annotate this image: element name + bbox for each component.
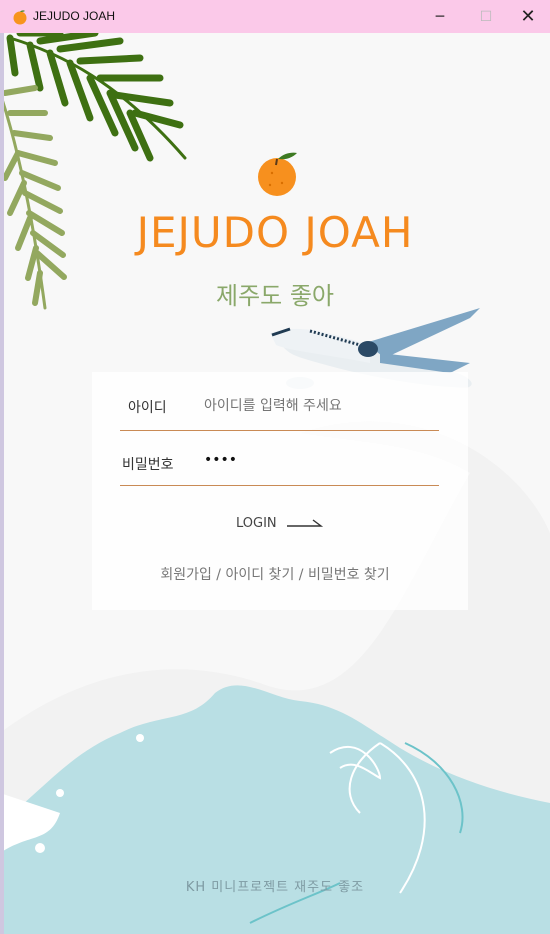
login-button[interactable]: LOGIN [236, 516, 325, 531]
close-button[interactable]: ✕ [505, 0, 550, 33]
find-password-link[interactable]: 비밀번호 찾기 [308, 567, 390, 583]
app-title-korean: 제주도 좋아 [215, 282, 335, 310]
link-separator: / [298, 567, 304, 583]
password-label: 비밀번호 [122, 457, 174, 473]
minimize-button[interactable]: ─ [417, 0, 463, 33]
login-label: LOGIN [236, 516, 277, 531]
password-underline [120, 485, 439, 486]
find-id-link[interactable]: 아이디 찾기 [225, 567, 294, 583]
app-title-english: JEJUDO JOAH [136, 208, 414, 257]
title-bar[interactable]: JEJUDO JOAH ─ ☐ ✕ [0, 0, 550, 33]
id-underline [120, 430, 439, 431]
account-links: 회원가입 / 아이디 찾기 / 비밀번호 찾기 [0, 564, 550, 584]
signup-link[interactable]: 회원가입 [160, 567, 212, 583]
link-separator: / [216, 567, 222, 583]
arrow-right-icon [286, 518, 323, 527]
tangerine-icon [13, 10, 27, 25]
id-input[interactable] [204, 396, 434, 416]
id-label: 아이디 [128, 400, 167, 416]
window-title: JEJUDO JOAH [33, 9, 116, 23]
footer-text: KH 미니프로젝트 재주도 좋조 [185, 880, 365, 895]
palm-leaf-light [0, 85, 67, 310]
window-edge [0, 33, 4, 934]
tangerine-logo-icon [258, 152, 297, 196]
password-input[interactable]: •••• [204, 452, 434, 472]
maximize-button[interactable]: ☐ [463, 0, 509, 33]
palm-leaf-dark [6, 33, 187, 162]
